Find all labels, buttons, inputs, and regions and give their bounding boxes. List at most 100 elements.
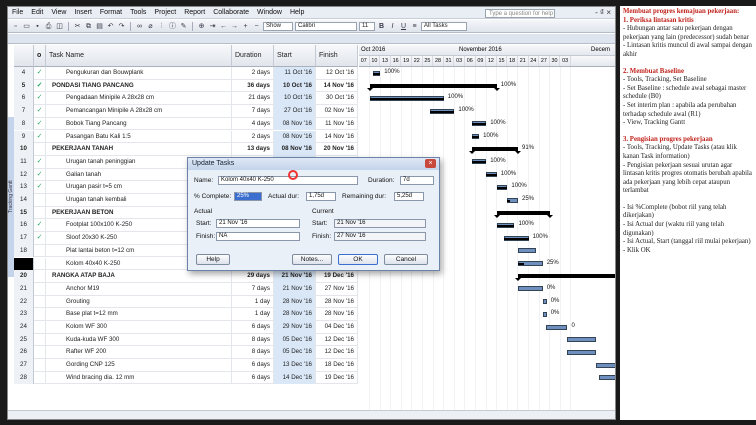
start-cell[interactable]: 05 Dec '16	[274, 346, 316, 360]
arrow-left-icon[interactable]: ←	[219, 22, 228, 31]
duration-cell[interactable]: 4 days	[232, 117, 274, 131]
row-id[interactable]: 21	[14, 282, 34, 296]
table-row[interactable]: 28 Wind bracing dia. 12 mm 6 days 14 Dec '1…	[14, 371, 358, 385]
table-row[interactable]: 7 ✓ Pemancangan Minipile A 28x28 cm 7 days 2…	[14, 105, 358, 118]
row-id[interactable]: 23	[14, 308, 34, 321]
row-id[interactable]: 28	[14, 371, 34, 385]
menu-collaborate[interactable]: Collaborate	[209, 7, 253, 19]
start-cell[interactable]: 08 Nov '16	[274, 143, 316, 156]
duration-column-header[interactable]: Duration	[232, 45, 274, 67]
table-row[interactable]: 26 Rafter WF 200 8 days 05 Dec '16 12 Dec '1…	[14, 346, 358, 360]
table-row[interactable]: 21 Anchor M19 7 days 21 Nov '16 27 Nov '16	[14, 282, 358, 296]
finish-cell[interactable]: 20 Nov '16	[316, 143, 358, 156]
menu-help[interactable]: Help	[286, 7, 308, 19]
cancel-button[interactable]: Cancel	[384, 254, 428, 265]
duration-cell[interactable]: 6 days	[232, 359, 274, 372]
start-cell[interactable]: 28 Nov '16	[274, 295, 316, 309]
font-dropdown[interactable]: Calibri	[295, 21, 357, 31]
task-bar[interactable]	[546, 324, 568, 330]
menu-view[interactable]: View	[47, 7, 70, 19]
duration-cell[interactable]: 2 days	[232, 130, 274, 144]
window-controls[interactable]: - ₫ ×	[595, 8, 611, 17]
table-row[interactable]: 22 Grouting 1 day 28 Nov '16 28 Nov '16	[14, 295, 358, 309]
finish-cell[interactable]: 04 Dec '16	[316, 321, 358, 334]
row-id[interactable]: 16	[14, 219, 34, 233]
table-row[interactable]: 25 Kuda-kuda WF 300 8 days 05 Dec '16 12 Dec…	[14, 333, 358, 347]
task-name-cell[interactable]: Gording CNP 125	[46, 359, 232, 372]
row-id[interactable]: 9	[14, 130, 34, 144]
row-id[interactable]: 10	[14, 143, 34, 156]
row-id[interactable]: 8	[14, 117, 34, 131]
row-id[interactable]: 7	[14, 105, 34, 118]
start-cell[interactable]: 27 Oct '16	[274, 105, 316, 118]
finish-column-header[interactable]: Finish	[316, 45, 358, 67]
duration-field[interactable]: 7d	[400, 176, 434, 185]
duration-cell[interactable]: 7 days	[232, 105, 274, 118]
task-bar[interactable]	[542, 299, 547, 305]
task-bar[interactable]	[518, 286, 543, 292]
menu-report[interactable]: Report	[180, 7, 209, 19]
task-name-cell[interactable]: Kolom WF 300	[46, 321, 232, 334]
table-row[interactable]: 27 Gording CNP 125 6 days 13 Dec '16 18 Dec …	[14, 359, 358, 372]
task-name-cell[interactable]: Rafter WF 200	[46, 346, 232, 360]
task-bar[interactable]	[567, 337, 596, 343]
menu-file[interactable]: File	[8, 7, 27, 19]
menu-tools[interactable]: Tools	[126, 7, 150, 19]
task-name-cell[interactable]: Wind bracing dia. 12 mm	[46, 371, 232, 385]
actual-start-field[interactable]: 21 Nov '16	[216, 219, 300, 228]
remaining-duration-field[interactable]: 5,25d	[394, 192, 424, 201]
row-id[interactable]: 26	[14, 346, 34, 360]
task-name-cell[interactable]: PONDASI TIANG PANCANG	[46, 79, 232, 93]
row-id[interactable]: 22	[14, 295, 34, 309]
finish-cell[interactable]: 12 Dec '16	[316, 333, 358, 347]
menu-window[interactable]: Window	[253, 7, 286, 19]
row-id[interactable]: 17	[14, 232, 34, 245]
row-id[interactable]: 27	[14, 359, 34, 372]
table-row[interactable]: 6 ✓ Pengadaan Minipile A 28x28 cm 21 days 10…	[14, 92, 358, 106]
task-bar[interactable]	[518, 248, 536, 254]
row-id[interactable]: 25	[14, 333, 34, 347]
start-cell[interactable]: 10 Oct '16	[274, 79, 316, 93]
actual-finish-field[interactable]: NA	[216, 232, 300, 241]
start-cell[interactable]: 05 Dec '16	[274, 333, 316, 347]
table-row[interactable]: 10 PEKERJAAN TANAH 13 days 08 Nov '16 20 Nov…	[14, 143, 358, 156]
start-column-header[interactable]: Start	[274, 45, 316, 67]
duration-cell[interactable]: 1 day	[232, 295, 274, 309]
task-info-icon[interactable]: ⓘ	[168, 22, 177, 31]
start-cell[interactable]: 10 Oct '16	[274, 92, 316, 106]
table-row[interactable]: 8 ✓ Bobok Tiang Pancang 4 days 08 Nov '16 11 …	[14, 117, 358, 131]
row-id[interactable]: 4	[14, 67, 34, 80]
table-row[interactable]: 5 ✓ PONDASI TIANG PANCANG 36 days 10 Oct '16…	[14, 79, 358, 93]
row-id[interactable]: 15	[14, 206, 34, 220]
row-id[interactable]: 19	[14, 257, 34, 271]
finish-cell[interactable]: 02 Nov '16	[316, 105, 358, 118]
table-row[interactable]: 24 Kolom WF 300 6 days 29 Nov '16 04 Dec '16	[14, 321, 358, 334]
duration-cell[interactable]: 21 days	[232, 92, 274, 106]
duration-cell[interactable]: 8 days	[232, 346, 274, 360]
split-icon[interactable]: ⫶	[157, 22, 166, 31]
paste-icon[interactable]: ▤	[95, 22, 104, 31]
summary-bar[interactable]	[493, 210, 553, 218]
duration-cell[interactable]: 7 days	[232, 282, 274, 296]
finish-cell[interactable]: 12 Oct '16	[316, 67, 358, 80]
task-name-cell[interactable]: Pengukuran dan Bouwplank	[46, 67, 232, 80]
row-id[interactable]: 18	[14, 244, 34, 258]
underline-icon[interactable]: U	[399, 22, 408, 31]
finish-cell[interactable]: 11 Nov '16	[316, 117, 358, 131]
open-icon[interactable]: ▭	[22, 22, 31, 31]
help-button[interactable]: Help	[196, 254, 230, 265]
link-icon[interactable]: ∞	[135, 22, 144, 31]
duration-cell[interactable]: 6 days	[232, 371, 274, 385]
redo-icon[interactable]: ↷	[117, 22, 126, 31]
duration-cell[interactable]: 6 days	[232, 321, 274, 334]
task-name-cell[interactable]: Bobok Tiang Pancang	[46, 117, 232, 131]
row-id[interactable]: 5	[14, 79, 34, 93]
indicator-column-header[interactable]: o	[34, 45, 46, 67]
percent-complete-field[interactable]: 25%	[234, 192, 262, 201]
row-id[interactable]: 6	[14, 92, 34, 106]
entry-bar[interactable]	[8, 34, 615, 44]
start-cell[interactable]: 13 Dec '16	[274, 359, 316, 372]
finish-cell[interactable]: 27 Nov '16	[316, 282, 358, 296]
menu-project[interactable]: Project	[150, 7, 180, 19]
start-cell[interactable]: 08 Nov '16	[274, 130, 316, 144]
